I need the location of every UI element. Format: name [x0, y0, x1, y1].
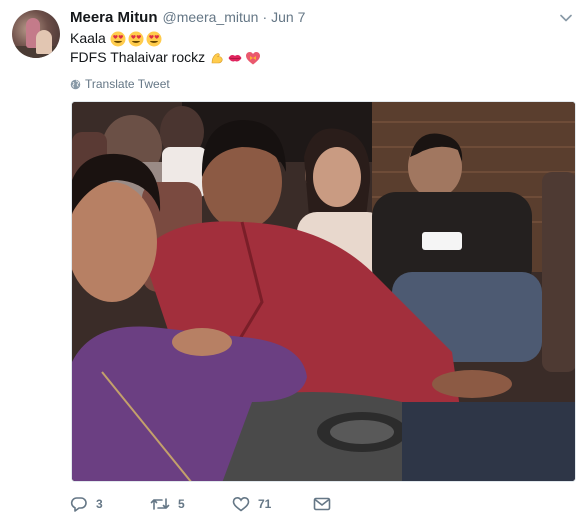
tweet-actions: 3 5 71 — [70, 494, 331, 514]
separator-dot: · — [262, 9, 268, 25]
tweet-line-2-text: FDFS Thalaivar rockz — [70, 49, 206, 65]
translate-label: Translate Tweet — [85, 77, 170, 91]
retweet-count: 5 — [178, 497, 185, 511]
display-name[interactable]: Meera Mitun — [70, 9, 158, 26]
tweet-text: Kaala FDFS Thalaivar rockz — [70, 29, 261, 67]
flexed-biceps-emoji-icon — [209, 50, 225, 66]
heart-eyes-emoji-icon — [110, 31, 126, 47]
heart-icon — [232, 496, 250, 512]
reply-icon — [70, 497, 87, 512]
reply-button[interactable]: 3 — [70, 494, 103, 514]
reply-count: 3 — [96, 497, 103, 511]
translate-tweet-link[interactable]: Translate Tweet — [70, 76, 170, 92]
heart-eyes-emoji-icon — [146, 31, 162, 47]
globe-icon — [70, 79, 81, 89]
heart-with-ribbon-emoji-icon — [245, 50, 261, 66]
like-button[interactable]: 71 — [232, 494, 271, 514]
tweet-photo[interactable] — [71, 101, 576, 482]
chevron-down-icon[interactable] — [560, 14, 572, 22]
like-count: 71 — [258, 497, 272, 511]
theater-selfie-photo — [72, 102, 575, 481]
retweet-icon — [150, 498, 170, 510]
tweet-date[interactable]: Jun 7 — [271, 9, 305, 25]
tweet[interactable]: Meera Mitun @meera_mitun · Jun 7 Kaala F… — [0, 0, 585, 515]
tweet-header: Meera Mitun @meera_mitun · Jun 7 — [70, 9, 305, 29]
heart-eyes-emoji-icon — [128, 31, 144, 47]
tweet-line-1: Kaala — [70, 29, 261, 48]
user-handle[interactable]: @meera_mitun — [163, 9, 259, 25]
kiss-mark-emoji-icon — [227, 50, 243, 66]
envelope-icon — [313, 497, 331, 511]
avatar[interactable] — [12, 10, 60, 58]
tweet-line-1-text: Kaala — [70, 30, 106, 46]
tweet-line-2: FDFS Thalaivar rockz — [70, 48, 261, 67]
direct-message-button[interactable] — [313, 494, 339, 514]
retweet-button[interactable]: 5 — [150, 494, 185, 514]
